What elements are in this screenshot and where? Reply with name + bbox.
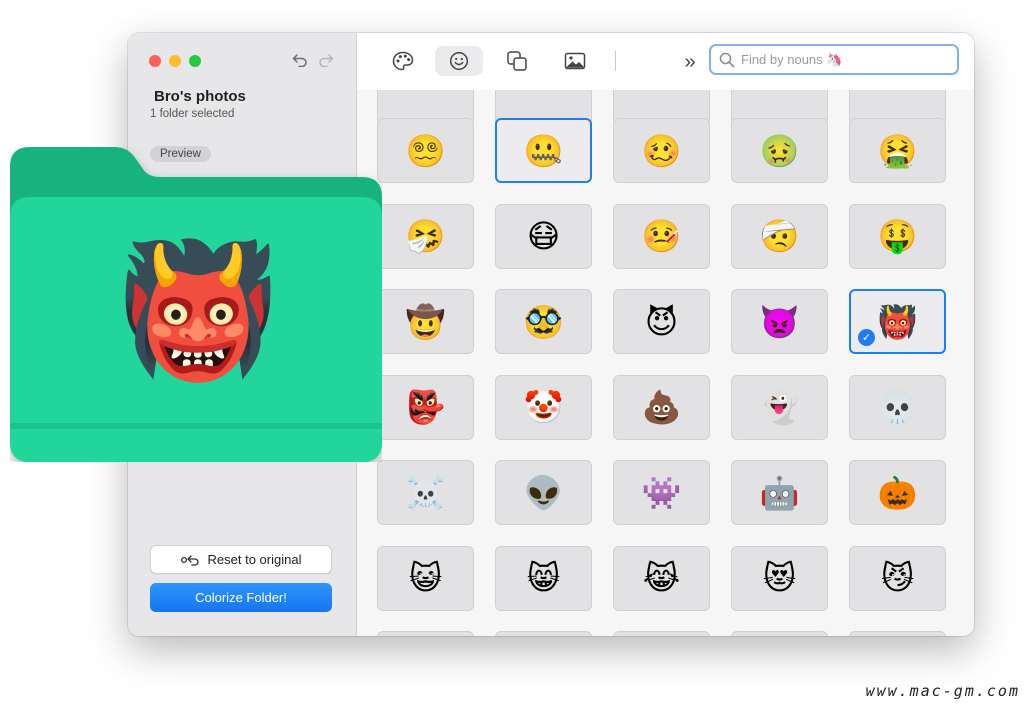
- emoji-tile[interactable]: 🤕: [731, 203, 828, 269]
- search-field[interactable]: [709, 44, 959, 75]
- emoji-glyph: 👻: [759, 389, 800, 425]
- emoji-tile[interactable]: 👺: [377, 374, 474, 440]
- reset-button[interactable]: Reset to original: [150, 545, 332, 574]
- emoji-tile[interactable]: 😺: [377, 545, 474, 611]
- emoji-glyph: 🤒: [641, 218, 682, 254]
- emoji-glyph: 😸: [526, 560, 561, 596]
- tab-emoji[interactable]: [435, 46, 483, 76]
- emoji-glyph: 🥴: [641, 132, 682, 169]
- close-window-button[interactable]: [149, 55, 161, 67]
- emoji-glyph: 🎃: [877, 474, 918, 511]
- emoji-glyph: 😵‍💫: [405, 132, 446, 169]
- emoji-glyph: 🤠: [405, 303, 446, 340]
- emoji-glyph: 🥸: [523, 303, 564, 340]
- palette-icon: [392, 51, 414, 71]
- emoji-glyph: 🤖: [759, 474, 800, 511]
- emoji-tile[interactable]: 👽: [495, 460, 592, 525]
- emoji-tile[interactable]: 🤒: [613, 203, 710, 269]
- emoji-tile[interactable]: 😸: [495, 545, 592, 611]
- emoji-tile[interactable]: 🤖: [731, 460, 828, 525]
- smiley-icon: [449, 51, 469, 71]
- emoji-tile[interactable]: 💩: [613, 374, 710, 440]
- redo-icon: [319, 54, 334, 67]
- emoji-tile[interactable]: 😈: [613, 289, 710, 354]
- emoji-glyph: ☠️: [405, 474, 446, 511]
- emoji-tile-partial[interactable]: [613, 631, 710, 636]
- emoji-tile[interactable]: 😷: [495, 203, 592, 269]
- emoji-tile[interactable]: 😹: [613, 545, 710, 611]
- emoji-glyph: 😹: [642, 560, 681, 596]
- emoji-glyph: 🤕: [759, 218, 800, 254]
- emoji-tile[interactable]: 👿: [731, 289, 828, 354]
- emoji-tile-partial[interactable]: [377, 631, 474, 636]
- emoji-glyph: 🤡: [523, 389, 564, 425]
- folder-preview: 👹: [10, 147, 382, 462]
- reset-button-label: Reset to original: [207, 552, 302, 567]
- image-icon: [564, 52, 586, 70]
- emoji-glyph: 👾: [641, 474, 682, 511]
- emoji-glyph: 👿: [759, 303, 800, 340]
- emoji-tile[interactable]: 💀: [849, 374, 946, 440]
- more-chevron-icon: »: [684, 50, 696, 73]
- search-icon: [719, 52, 735, 67]
- emoji-tile[interactable]: 🤮: [849, 118, 946, 183]
- emoji-glyph: 😈: [644, 303, 679, 340]
- emoji-glyph: 🤑: [877, 218, 918, 254]
- emoji-tile-partial[interactable]: [495, 631, 592, 636]
- emoji-tile[interactable]: 🤡: [495, 374, 592, 440]
- shapes-icon: [507, 51, 527, 71]
- toolbar-divider: [615, 51, 616, 71]
- emoji-glyph: 🤮: [877, 132, 918, 169]
- emoji-tile[interactable]: 🤠: [377, 289, 474, 354]
- emoji-tile[interactable]: 🥸: [495, 289, 592, 354]
- emoji-glyph: 👺: [405, 389, 446, 425]
- reset-icon: [180, 554, 199, 566]
- undo-icon: [292, 54, 307, 67]
- emoji-tile[interactable]: 😼: [849, 545, 946, 611]
- redo-button[interactable]: [316, 50, 336, 70]
- zoom-window-button[interactable]: [189, 55, 201, 67]
- emoji-tile[interactable]: 😻: [731, 545, 828, 611]
- colorize-button[interactable]: Colorize Folder!: [150, 583, 332, 612]
- emoji-tile[interactable]: 👾: [613, 460, 710, 525]
- colorize-button-label: Colorize Folder!: [195, 590, 287, 605]
- watermark: www.mac-gm.com: [865, 682, 1020, 700]
- emoji-tile[interactable]: 👻: [731, 374, 828, 440]
- emoji-tile[interactable]: 👹 ✓: [849, 289, 946, 354]
- emoji-tile[interactable]: ☠️: [377, 460, 474, 525]
- checkmark-icon: ✓: [858, 329, 875, 346]
- emoji-glyph: 😺: [408, 560, 443, 596]
- tab-image[interactable]: [551, 46, 599, 76]
- minimize-window-button[interactable]: [169, 55, 181, 67]
- emoji-glyph: 🤢: [759, 132, 800, 169]
- emoji-tile[interactable]: 🤐: [495, 118, 592, 183]
- emoji-tile[interactable]: 🥴: [613, 118, 710, 183]
- emoji-tile[interactable]: 🎃: [849, 460, 946, 525]
- emoji-tile[interactable]: 😵‍💫: [377, 118, 474, 183]
- search-input[interactable]: [741, 52, 941, 67]
- emoji-glyph: 💀: [877, 389, 918, 425]
- undo-button[interactable]: [290, 50, 310, 70]
- more-button[interactable]: »: [677, 50, 703, 74]
- emoji-glyph: 👹: [877, 303, 918, 340]
- emoji-glyph: 👽: [523, 474, 564, 511]
- emoji-glyph: 💩: [641, 389, 682, 425]
- emoji-tile-partial[interactable]: [731, 631, 828, 636]
- emoji-grid: 😵‍💫 🤐 🥴 🤢 🤮 🤧 😷 🤒 🤕 🤑 🤠 🥸 😈 👿 👹 ✓ 👺 🤡 💩 👻 💀 ☠️ 👽 👾 🤖 🎃 😺 😸 😹 😻 😼: [357, 90, 974, 636]
- emoji-glyph: 😼: [880, 560, 915, 596]
- tab-palette[interactable]: [379, 46, 427, 76]
- emoji-tile[interactable]: 🤢: [731, 118, 828, 183]
- folder-emoji: 👹: [117, 237, 279, 383]
- emoji-glyph: 😷: [526, 218, 561, 254]
- emoji-glyph: 😻: [762, 560, 797, 596]
- page-title: Bro's photos: [154, 88, 246, 105]
- emoji-tile[interactable]: 🤧: [377, 203, 474, 269]
- emoji-glyph: 🤐: [523, 132, 564, 169]
- toolbar: »: [357, 33, 974, 90]
- emoji-tile[interactable]: 🤑: [849, 203, 946, 269]
- emoji-tile-partial[interactable]: [849, 631, 946, 636]
- tab-shapes[interactable]: [493, 46, 541, 76]
- selection-count: 1 folder selected: [150, 108, 235, 120]
- emoji-glyph: 🤧: [405, 218, 446, 254]
